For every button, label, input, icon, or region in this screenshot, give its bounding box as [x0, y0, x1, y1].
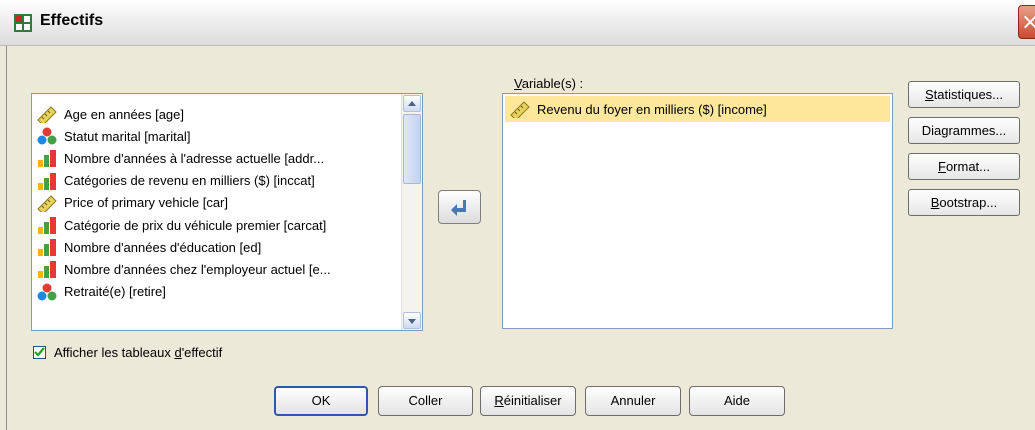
selected-variable-label: Revenu du foyer en milliers ($) [income] [537, 101, 767, 117]
ordinal-bars-icon [36, 238, 58, 257]
nominal-circles-icon [36, 127, 58, 145]
nominal-circles-icon [36, 283, 58, 301]
list-item-label: Price of primary vehicle [car] [64, 195, 228, 211]
move-arrow-icon [451, 200, 466, 216]
frequencies-table-icon [14, 14, 32, 32]
close-button[interactable]: × [1018, 5, 1035, 39]
close-icon: × [1021, 10, 1035, 35]
statistics-button[interactable]: Statistiques... [908, 81, 1020, 108]
checkmark-icon [34, 347, 45, 357]
move-variable-button[interactable] [438, 190, 481, 224]
list-item[interactable]: Price of primary vehicle [car] [36, 192, 228, 215]
ok-button[interactable]: OK [274, 386, 368, 416]
list-item-label: Nombre d'années chez l'employeur actuel … [64, 261, 331, 277]
format-button[interactable]: Format... [908, 153, 1020, 180]
list-item[interactable]: Retraité(e) [retire] [36, 281, 166, 303]
display-frequency-tables-checkbox[interactable] [33, 346, 46, 359]
list-item-label: Catégorie de prix du véhicule premier [c… [64, 217, 327, 233]
list-item[interactable]: Statut marital [marital] [36, 125, 190, 147]
list-item-label: Nombre d'années d'éducation [ed] [64, 239, 262, 255]
ordinal-bars-icon [36, 172, 58, 190]
ruler-scale-icon [36, 105, 58, 126]
window-title: Effectifs [40, 12, 104, 29]
arrow-up-icon [408, 101, 416, 106]
help-button[interactable]: Aide [689, 386, 785, 416]
target-variable-list[interactable]: Revenu du foyer en milliers ($) [income] [502, 93, 893, 329]
ruler-scale-icon [36, 194, 58, 215]
scroll-up-button[interactable] [403, 95, 421, 112]
scroll-thumb[interactable] [403, 114, 421, 184]
charts-button[interactable]: Diagrammes... [908, 117, 1020, 144]
source-variable-list[interactable]: Age en années [age] Statut marital [marit… [31, 93, 423, 331]
scroll-down-button[interactable] [403, 312, 421, 329]
list-item-label: Nombre d'années à l'adresse actuelle [ad… [64, 150, 325, 166]
list-item-label: Retraité(e) [retire] [64, 284, 166, 300]
list-item-label: Catégories de revenu en milliers ($) [in… [64, 173, 315, 189]
list-item[interactable]: Age en années [age] [36, 103, 184, 126]
selected-variable-item[interactable]: Revenu du foyer en milliers ($) [income] [505, 96, 890, 122]
list-item-label: Age en années [age] [64, 106, 184, 122]
list-item[interactable]: Nombre d'années à l'adresse actuelle [ad… [36, 147, 324, 169]
arrow-down-icon [408, 319, 416, 324]
title-bar: Effectifs × [0, 0, 1035, 46]
list-item[interactable]: Nombre d'années d'éducation [ed] [36, 236, 261, 258]
list-item-label: Statut marital [marital] [64, 128, 191, 144]
display-frequency-tables-label: Afficher les tableaux d'effectif [54, 345, 223, 360]
reset-button[interactable]: Réinitialiser [480, 386, 576, 416]
paste-button[interactable]: Coller [378, 386, 473, 416]
ordinal-bars-icon [36, 216, 58, 234]
list-scrollbar[interactable] [401, 94, 422, 330]
ordinal-bars-icon [36, 260, 58, 279]
list-item[interactable]: Nombre d'années chez l'employeur actuel … [36, 258, 331, 280]
bootstrap-button[interactable]: Bootstrap... [908, 189, 1020, 216]
ordinal-bars-icon [36, 149, 58, 168]
list-item[interactable]: Catégorie de prix du véhicule premier [c… [36, 214, 326, 236]
cancel-button[interactable]: Annuler [585, 386, 681, 416]
list-item[interactable]: Catégories de revenu en milliers ($) [in… [36, 170, 315, 192]
target-list-label: Variable(s) : [514, 76, 584, 91]
window-frame [0, 46, 7, 430]
ruler-scale-icon [509, 100, 531, 121]
